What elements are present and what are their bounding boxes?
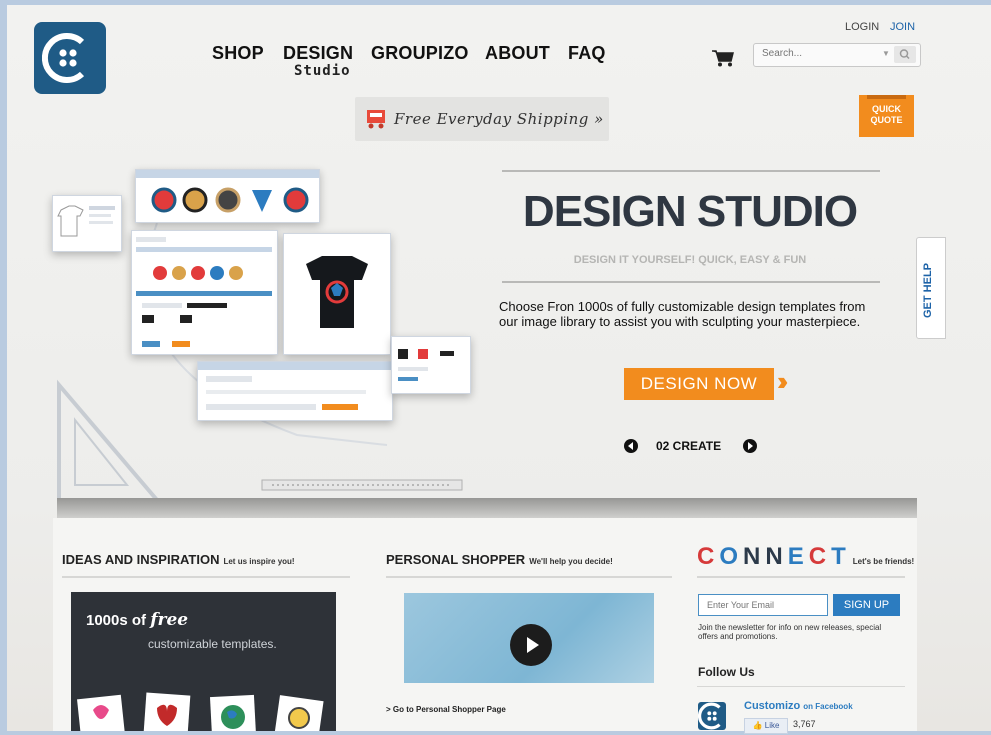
ideas-divider: [62, 576, 350, 578]
promo-free: free: [150, 610, 189, 630]
page: SHOP DESIGN Studio GROUPIZO ABOUT FAQ LO…: [7, 5, 991, 734]
play-button[interactable]: [510, 624, 552, 666]
follow-us-heading: Follow Us: [698, 665, 755, 679]
personal-shopper-link[interactable]: > Go to Personal Shopper Page: [386, 705, 506, 714]
free-shipping-banner[interactable]: Free Everyday Shipping »: [355, 97, 609, 141]
connect-letter: N: [765, 543, 788, 570]
search-icon: [899, 49, 910, 60]
connect-letter: T: [831, 543, 851, 570]
shopper-title: PERSONAL SHOPPER: [386, 552, 526, 567]
slide-next-button[interactable]: [743, 439, 757, 453]
search-box: ▼: [753, 43, 921, 67]
connect-subtitle: Let's be friends!: [852, 557, 915, 566]
sign-up-button[interactable]: SIGN UP: [833, 594, 900, 616]
customizo-facebook-avatar[interactable]: [697, 702, 726, 730]
mock-window-small: [52, 195, 122, 252]
shopping-cart-icon[interactable]: [711, 49, 735, 67]
hero-description: Choose Fron 1000s of fully customizable …: [499, 299, 866, 329]
nav-about[interactable]: ABOUT: [485, 43, 550, 64]
facebook-page-link[interactable]: Customizo on Facebook: [744, 700, 853, 712]
ideas-heading: IDEAS AND INSPIRATION Let us inspire you!: [62, 552, 295, 567]
tshirt-icon: [306, 256, 368, 328]
quick-quote-line1: QUICK: [872, 104, 901, 114]
logo-c-icon: [697, 702, 721, 730]
logo-c-icon: [42, 33, 85, 83]
shelf-divider: [57, 498, 917, 518]
mock-window-editor: [131, 230, 278, 355]
promo-prefix: 1000s of: [86, 612, 147, 629]
ideas-promo-line1: 1000s of free: [86, 610, 188, 630]
hero-divider-top: [502, 170, 880, 172]
ideas-promo-line2: customizable templates.: [148, 637, 277, 651]
badge-icons: [151, 187, 309, 213]
template-thumbnails: [77, 692, 324, 731]
hero-divider-bottom: [502, 281, 880, 283]
get-help-tab[interactable]: GET HELP: [916, 237, 946, 339]
facebook-like-button[interactable]: 👍 Like: [744, 718, 788, 734]
double-chevron-icon[interactable]: ››: [777, 366, 789, 397]
shipping-text: Free Everyday Shipping »: [394, 110, 604, 128]
search-input[interactable]: [760, 47, 874, 60]
slide-label: 02 CREATE: [656, 439, 722, 453]
shirt-thumb-icon: [57, 205, 115, 237]
mock-window-preview: [391, 336, 471, 394]
connect-logotype: CONNECT: [697, 543, 851, 570]
hero-title: DESIGN STUDIO: [522, 187, 858, 236]
nav-shop[interactable]: SHOP: [212, 43, 264, 64]
connect-divider: [697, 576, 905, 578]
hero-subtitle: DESIGN IT YOURSELF! QUICK, EASY & FUN: [573, 254, 807, 266]
ideas-promo-card[interactable]: 1000s of free customizable templates.: [71, 592, 336, 731]
search-button[interactable]: [894, 46, 916, 63]
quote-tab: [867, 95, 906, 99]
connect-title: CONNECT Let's be friends!: [697, 543, 914, 571]
nav-design-studio-sublabel: Studio: [294, 63, 351, 79]
connect-letter: N: [743, 543, 766, 570]
like-count: 3,767: [793, 719, 816, 729]
nav-groupizo[interactable]: GROUPIZO: [371, 43, 469, 64]
email-input[interactable]: [705, 599, 827, 611]
studio-text: Studio: [294, 63, 351, 79]
facebook-page-name: Customizo: [744, 700, 801, 712]
mock-window-text: [197, 361, 393, 421]
nav-design[interactable]: DESIGN: [283, 43, 353, 64]
ideas-title: IDEAS AND INSPIRATION: [62, 552, 220, 567]
design-now-button[interactable]: DESIGN NOW: [624, 368, 774, 400]
connect-letter: O: [719, 543, 744, 570]
mock-titlebar: [136, 170, 319, 178]
join-link[interactable]: JOIN: [890, 21, 915, 33]
login-link[interactable]: LOGIN: [845, 21, 879, 33]
shopper-divider: [386, 576, 672, 578]
text-tool-icons: [198, 362, 392, 410]
facebook-on-label: on Facebook: [803, 702, 853, 711]
follow-divider: [697, 686, 905, 687]
quick-quote-button[interactable]: QUICK QUOTE: [859, 95, 914, 137]
shopper-heading: PERSONAL SHOPPER We'll help you decide!: [386, 552, 613, 567]
ideas-subtitle: Let us inspire you!: [223, 557, 295, 566]
customizo-logo[interactable]: [34, 22, 106, 94]
arrow-left-icon: [628, 442, 633, 450]
email-field: [698, 594, 828, 616]
play-icon: [527, 637, 539, 653]
connect-letter: C: [808, 543, 832, 570]
mock-window-tshirt: [283, 233, 391, 355]
connect-letter: E: [787, 543, 809, 570]
thumbs-up-icon: 👍: [752, 721, 763, 730]
arrow-right-icon: [748, 442, 753, 450]
quick-quote-line2: QUOTE: [870, 115, 903, 125]
editor-icons: [136, 237, 272, 347]
search-dropdown-icon[interactable]: ▼: [882, 49, 890, 58]
connect-letter: C: [697, 543, 720, 570]
nav-faq[interactable]: FAQ: [568, 43, 606, 64]
slide-prev-button[interactable]: [624, 439, 638, 453]
shopper-subtitle: We'll help you decide!: [529, 557, 613, 566]
like-label: Like: [764, 721, 780, 730]
mock-window-logos: [135, 169, 320, 223]
get-help-label: GET HELP: [922, 262, 934, 318]
preview-icons: [398, 349, 454, 381]
truck-icon: [367, 110, 385, 129]
newsletter-note: Join the newsletter for info on new rele…: [698, 623, 882, 641]
